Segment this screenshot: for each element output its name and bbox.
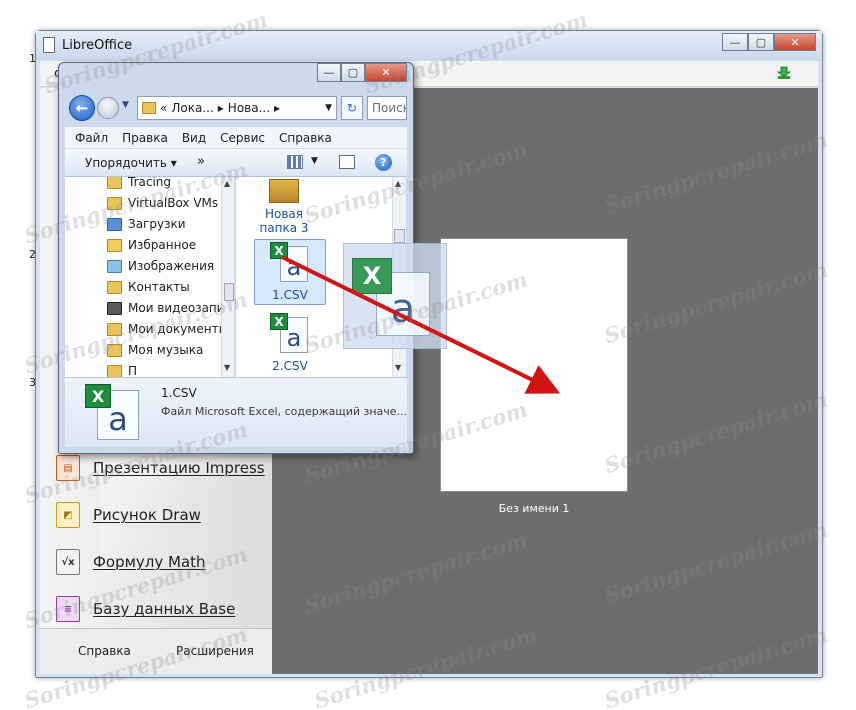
minimize-button[interactable]: — xyxy=(722,33,748,51)
pictures-icon xyxy=(107,259,122,273)
help-icon[interactable]: ? xyxy=(375,154,392,171)
scroll-down-arrow[interactable]: ▼ xyxy=(224,363,230,372)
recent-pages-dropdown[interactable]: ▼ xyxy=(122,100,129,110)
refresh-button[interactable]: ↻ xyxy=(341,96,363,120)
help-button[interactable]: Справка xyxy=(78,644,131,658)
scroll-down-arrow[interactable]: ▼ xyxy=(395,363,401,372)
explorer-minimize-button[interactable]: — xyxy=(317,63,341,82)
explorer-menu-bar: Файл Правка Вид Сервис Справка xyxy=(65,127,407,149)
address-arrow[interactable]: ▸ xyxy=(274,101,280,115)
desktop: 1 2 3 LibreOffice — ▢ ✕ Ф ▤ Презентацию … xyxy=(0,0,856,710)
favorites-icon xyxy=(107,238,122,252)
preview-pane-icon[interactable] xyxy=(339,155,355,169)
menu-tools[interactable]: Сервис xyxy=(220,131,265,145)
back-button[interactable]: ← xyxy=(69,95,95,121)
address-arrow[interactable]: ▸ xyxy=(218,101,224,115)
folder-icon xyxy=(107,364,122,377)
videos-icon xyxy=(107,301,122,315)
tree-item-label: Изображения xyxy=(128,259,215,273)
tree-item-label: Загрузки xyxy=(128,217,186,231)
maximize-button[interactable]: ▢ xyxy=(748,33,774,51)
excel-csv-icon: a X xyxy=(85,384,141,442)
create-draw-label: Рисунок Draw xyxy=(93,506,201,524)
draw-icon: ◩ xyxy=(56,502,80,528)
excel-csv-icon: a X xyxy=(270,242,310,284)
address-bar[interactable]: « Лока... ▸ Нова... ▸ ▼ xyxy=(137,96,337,120)
organize-button[interactable]: Упорядочить ▾ xyxy=(85,156,177,170)
menu-help[interactable]: Справка xyxy=(279,131,332,145)
tree-item-label: Контакты xyxy=(128,280,190,294)
tree-item[interactable]: Контакты xyxy=(107,277,190,297)
scrollbar-thumb[interactable] xyxy=(394,229,405,243)
create-draw-button[interactable]: ◩ Рисунок Draw xyxy=(56,498,201,532)
address-dropdown[interactable]: ▼ xyxy=(325,103,332,113)
file-label: 1.CSV xyxy=(272,288,308,302)
more-commands-button[interactable]: » xyxy=(197,154,205,169)
search-input[interactable]: Поиск xyxy=(367,96,407,120)
navigation-bar: ← ▼ « Лока... ▸ Нова... ▸ ▼ ↻ Поиск xyxy=(67,95,407,121)
tree-item-label: Избранное xyxy=(128,238,197,252)
address-segment[interactable]: Нова... xyxy=(228,101,270,115)
math-icon: √x xyxy=(56,549,80,575)
navigation-scrollbar[interactable]: ▲ ▼ xyxy=(221,177,234,377)
menu-edit[interactable]: Правка xyxy=(122,131,168,145)
recent-document-label[interactable]: Без имени 1 xyxy=(440,502,628,515)
file-label: 2.CSV xyxy=(272,359,308,373)
tree-item[interactable]: П xyxy=(107,361,137,377)
close-button[interactable]: ✕ xyxy=(774,33,816,51)
detail-file-type: Файл Microsoft Excel, содержащий значе..… xyxy=(161,405,408,418)
tree-item-label: П xyxy=(128,364,138,377)
caption-buttons: — ▢ ✕ xyxy=(722,33,816,51)
detail-file-name: 1.CSV xyxy=(161,386,197,400)
recent-document-thumbnail[interactable] xyxy=(440,238,628,492)
contacts-icon xyxy=(107,280,122,294)
views-dropdown[interactable]: ▼ xyxy=(311,156,318,166)
forward-button[interactable] xyxy=(97,97,119,119)
tree-item-label: Моя музыка xyxy=(128,343,204,357)
explorer-maximize-button[interactable]: ▢ xyxy=(341,63,365,82)
menu-file[interactable]: Файл xyxy=(75,131,108,145)
folder-icon xyxy=(269,179,299,203)
change-view-icon[interactable] xyxy=(287,155,303,169)
tree-item[interactable]: Избранное xyxy=(107,235,196,255)
folder-icon xyxy=(142,102,156,114)
address-overflow[interactable]: « xyxy=(160,101,167,115)
tree-item[interactable]: Изображения xyxy=(107,256,214,276)
menu-view[interactable]: Вид xyxy=(182,131,206,145)
folder-icon xyxy=(107,177,122,189)
document-icon xyxy=(43,37,55,53)
file-item-1-csv[interactable]: a X 1.CSV xyxy=(254,239,326,305)
download-update-icon[interactable] xyxy=(776,65,792,81)
address-segment[interactable]: Лока... xyxy=(171,101,213,115)
